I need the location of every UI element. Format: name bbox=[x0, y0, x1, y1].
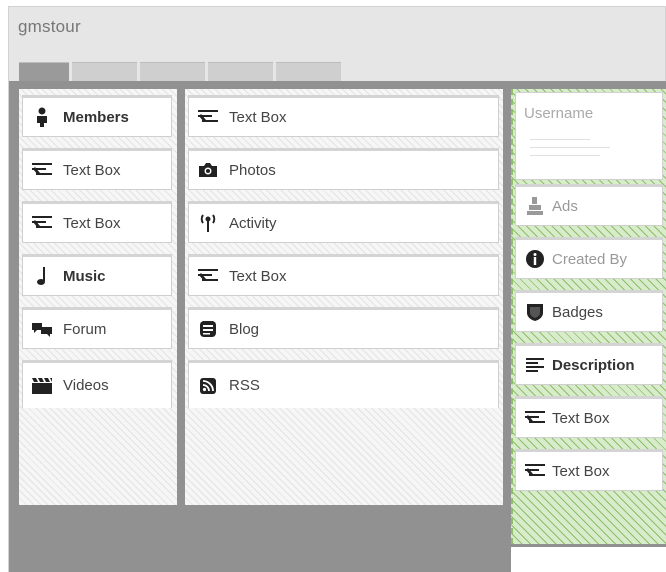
widget-text-box[interactable]: Text Box bbox=[22, 201, 172, 243]
text-box-icon bbox=[197, 106, 219, 128]
tab-3[interactable] bbox=[140, 62, 205, 83]
widget-label: Text Box bbox=[229, 267, 287, 285]
widget-label: Text Box bbox=[552, 462, 610, 480]
signal-tower-icon bbox=[197, 212, 219, 234]
tab-1[interactable] bbox=[19, 62, 69, 83]
widget-forum[interactable]: Forum bbox=[22, 307, 172, 349]
camera-icon bbox=[197, 159, 219, 181]
text-box-icon bbox=[524, 460, 546, 482]
text-box-icon bbox=[197, 265, 219, 287]
widget-label: Text Box bbox=[63, 214, 121, 232]
widget-blog[interactable]: Blog bbox=[188, 307, 499, 349]
widget-text-box[interactable]: Text Box bbox=[515, 396, 663, 438]
blog-icon bbox=[197, 318, 219, 340]
widget-text-box[interactable]: Text Box bbox=[22, 148, 172, 190]
widget-videos[interactable]: Videos bbox=[22, 360, 172, 408]
username-widget[interactable]: Username bbox=[515, 92, 663, 180]
widget-activity[interactable]: Activity bbox=[188, 201, 499, 243]
person-icon bbox=[31, 106, 53, 128]
widget-label: RSS bbox=[229, 377, 260, 394]
widget-text-box[interactable]: Text Box bbox=[188, 254, 499, 296]
widget-label: Activity bbox=[229, 214, 277, 232]
widget-badges[interactable]: Badges bbox=[515, 290, 663, 332]
column-right-footer bbox=[511, 547, 666, 572]
widget-label: Text Box bbox=[63, 161, 121, 179]
text-box-icon bbox=[31, 212, 53, 234]
music-note-icon bbox=[31, 265, 53, 287]
tab-5[interactable] bbox=[276, 62, 341, 83]
window-title: gmstour bbox=[18, 17, 81, 36]
widget-label: Text Box bbox=[552, 409, 610, 427]
widget-label: Ads bbox=[552, 197, 578, 215]
widget-label: Blog bbox=[229, 320, 260, 338]
rss-icon bbox=[197, 375, 219, 397]
tab-4[interactable] bbox=[208, 62, 273, 83]
widget-label: Created By bbox=[552, 250, 628, 268]
placeholder-line bbox=[530, 147, 610, 148]
info-icon bbox=[524, 248, 546, 270]
widget-label: Videos bbox=[63, 377, 109, 394]
ads-icon bbox=[524, 195, 546, 217]
widget-music[interactable]: Music bbox=[22, 254, 172, 296]
widget-label: Members bbox=[63, 108, 129, 126]
widget-members[interactable]: Members bbox=[22, 95, 172, 137]
text-box-icon bbox=[31, 159, 53, 181]
widget-label: Badges bbox=[552, 303, 603, 321]
placeholder-line bbox=[530, 139, 590, 140]
widget-photos[interactable]: Photos bbox=[188, 148, 499, 190]
widget-text-box[interactable]: Text Box bbox=[515, 449, 663, 491]
widget-label: Photos bbox=[229, 161, 276, 179]
text-box-icon bbox=[524, 407, 546, 429]
clapperboard-icon bbox=[31, 375, 53, 397]
widget-rss[interactable]: RSS bbox=[188, 360, 499, 408]
widget-created-by[interactable]: Created By bbox=[515, 237, 663, 279]
widget-label: Description bbox=[552, 356, 635, 374]
shield-icon bbox=[524, 301, 546, 323]
widget-label: Text Box bbox=[229, 108, 287, 126]
align-left-icon bbox=[524, 354, 546, 376]
widget-label: Forum bbox=[63, 320, 107, 338]
widget-description[interactable]: Description bbox=[515, 343, 663, 385]
username-label: Username bbox=[524, 105, 594, 122]
widget-text-box[interactable]: Text Box bbox=[188, 95, 499, 137]
widget-ads[interactable]: Ads bbox=[515, 184, 663, 226]
placeholder-line bbox=[530, 155, 600, 156]
chat-bubbles-icon bbox=[31, 318, 53, 340]
widget-label: Music bbox=[63, 267, 106, 285]
tab-2[interactable] bbox=[72, 62, 137, 83]
